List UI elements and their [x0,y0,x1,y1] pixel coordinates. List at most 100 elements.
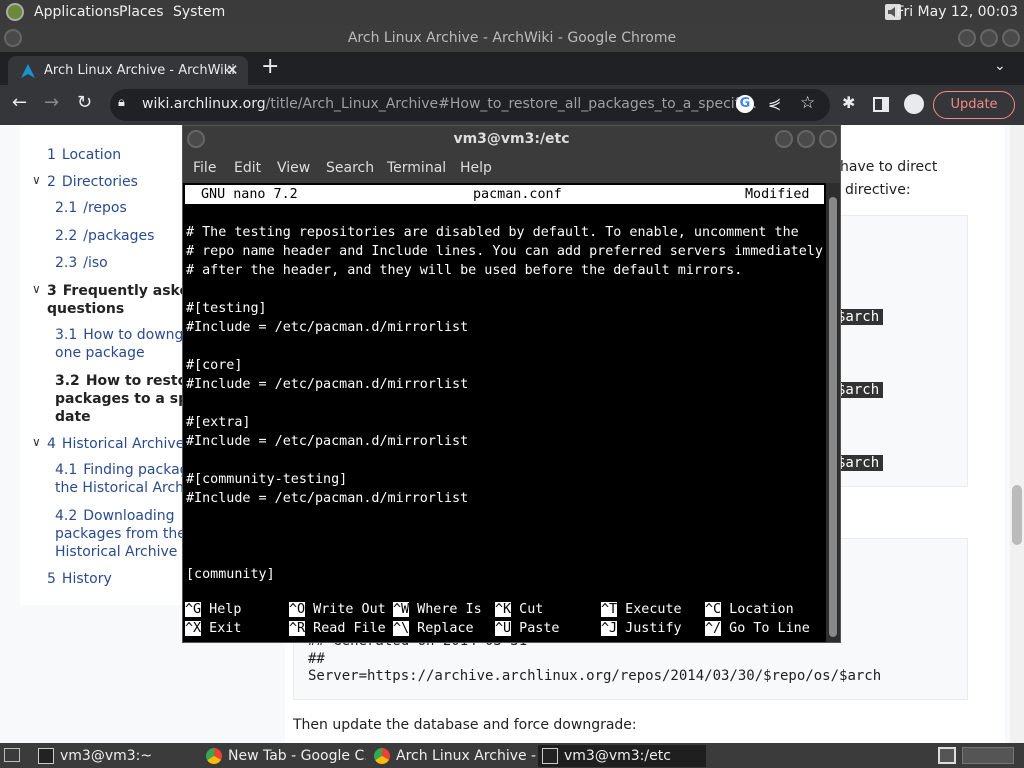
tab-search-chevron-icon[interactable]: ⌄ [994,58,1006,74]
panel-clock[interactable]: Fri May 12, 00:03 [896,4,1018,20]
toc-item-repos[interactable]: 2.1/repos [55,199,127,217]
terminal-icon [542,748,558,764]
minimize-icon[interactable] [775,130,793,148]
nano-shortcut: ^R Read File [289,621,386,636]
nano-shortcut: ^X Exit [185,621,242,636]
terminal-scrollbar[interactable] [826,183,840,642]
close-icon[interactable] [819,130,837,148]
system-menu[interactable]: System [173,4,225,20]
update-button[interactable]: Update [933,91,1015,119]
bottom-taskbar: vm3@vm3:~ New Tab - Google C... Arch Lin… [0,743,1024,768]
toc-item-packages[interactable]: 2.2/packages [55,227,154,245]
nano-text-line: [community] [186,567,275,582]
nano-shortcut: ^/ Go To Line [705,621,810,636]
bookmark-star-icon[interactable]: ☆ [800,93,815,113]
minimize-icon[interactable] [958,29,976,47]
share-icon[interactable]: ⋞ [768,94,781,113]
toc-item-downgrade[interactable]: 3.1How to downgraone package [55,326,185,362]
menu-view[interactable]: View [277,160,310,176]
google-lens-icon[interactable]: G [736,95,754,113]
workspace-switcher[interactable] [962,747,1014,764]
taskbar-item-terminal-home[interactable]: vm3@vm3:~ [34,745,196,767]
close-icon[interactable] [1002,29,1020,47]
reload-icon[interactable]: ↻ [77,92,92,113]
terminal-scrollbar-thumb[interactable] [829,197,837,637]
toc-item-faq[interactable]: 3 Frequently asked questions [47,282,199,318]
toc-collapse-chevron-icon[interactable]: ∨ [32,435,41,449]
taskbar-item-terminal-etc[interactable]: vm3@vm3:/etc [538,745,706,767]
chrome-window-titlebar[interactable]: Arch Linux Archive - ArchWiki - Google C… [0,25,1024,52]
nano-shortcut: ^C Location [705,602,794,617]
window-menu-icon[interactable] [4,29,22,47]
toc-item-restore[interactable]: 3.2How to restorepackages to a specdate [55,372,185,426]
chrome-window-title: Arch Linux Archive - ArchWiki - Google C… [347,30,677,46]
toc-collapse-chevron-icon[interactable]: ∨ [32,173,41,187]
address-bar[interactable]: 🔒︎ wiki.archlinux.org/title/Arch_Linux_A… [110,89,830,121]
nano-shortcut: ^J Justify [601,621,682,636]
chrome-tab-bar: Arch Linux Archive - ArchWiki ✕ + ⌄ [0,52,1024,85]
show-desktop-icon[interactable] [4,748,20,762]
toc-item-history[interactable]: 5 History [47,570,112,588]
tab-close-icon[interactable]: ✕ [226,61,239,79]
nano-shortcut: ^G Help [185,602,242,617]
nano-text-line: #[testing] [186,301,267,316]
top-panel: Applications Places System Fri May 12, 0… [0,0,1024,25]
toc-item-historical-archive[interactable]: 4 Historical Archive [47,435,184,453]
places-menu[interactable]: Places [119,4,164,20]
menu-help[interactable]: Help [460,160,492,176]
maximize-icon[interactable] [980,29,998,47]
nano-text-line: #[extra] [186,415,251,430]
applications-menu[interactable]: Applications [34,4,120,20]
nano-shortcut: ^\ Replace [393,621,474,636]
side-panel-icon[interactable] [873,97,889,112]
maximize-icon[interactable] [797,130,815,148]
lock-icon[interactable]: 🔒︎ [118,95,125,110]
tab-arch-linux-archive[interactable]: Arch Linux Archive - ArchWiki ✕ [8,56,248,85]
nano-shortcut: ^K Cut [495,602,544,617]
menu-edit[interactable]: Edit [234,160,261,176]
back-icon[interactable]: ← [12,92,27,113]
menu-terminal[interactable]: Terminal [387,160,446,176]
window-menu-icon[interactable] [187,130,205,148]
nano-text-line: #[community-testing] [186,472,348,487]
nano-text-line: # repo name header and Include lines. Yo… [186,244,823,259]
toc-item-iso[interactable]: 2.3/iso [55,254,108,272]
terminal-window[interactable]: vm3@vm3:/etc File Edit View Search Termi… [182,125,841,643]
applications-menu-icon[interactable] [6,3,24,21]
article-text: Then update the database and force downg… [293,717,637,733]
url-host: wiki.archlinux.org [142,96,266,112]
extensions-icon[interactable]: ✱ [842,93,855,112]
toc-item-downloading[interactable]: 4.2 Downloading packages from the Historica… [55,507,186,561]
page-scrollbar[interactable] [1010,125,1024,743]
toc-item-location[interactable]: 1 Location [47,146,121,164]
tab-title: Arch Linux Archive - ArchWiki [44,63,235,78]
nano-shortcut: ^O Write Out [289,602,386,617]
terminal-titlebar[interactable]: vm3@vm3:/etc [183,126,840,153]
chrome-icon [374,748,390,764]
menu-search[interactable]: Search [326,160,374,176]
terminal-icon [38,748,54,764]
taskbar-item-new-tab[interactable]: New Tab - Google C... [202,745,366,767]
nano-text-line: #Include = /etc/pacman.d/mirrorlist [186,377,469,392]
profile-avatar-icon[interactable] [904,94,924,114]
toc-item-directories[interactable]: 2 Directories [47,173,138,191]
workspace-switcher-icon[interactable] [938,747,956,764]
arch-logo-icon [21,64,35,78]
nano-version: GNU nano 7.2 [201,187,298,202]
page-scrollbar-thumb[interactable] [1012,485,1022,545]
nano-text-line: #Include = /etc/pacman.d/mirrorlist [186,434,469,449]
article-text: directive: [845,182,911,198]
toc-collapse-chevron-icon[interactable]: ∨ [32,282,41,296]
nano-text-line: # The testing repositories are disabled … [186,225,799,240]
nano-status: Modified [745,187,810,202]
toc-item-finding-packages[interactable]: 4.1Finding packagethe Historical Archive [55,461,185,497]
menu-file[interactable]: File [193,160,216,176]
forward-icon[interactable]: → [44,92,59,113]
nano-text-line: #Include = /etc/pacman.d/mirrorlist [186,320,469,335]
new-tab-icon[interactable]: + [261,54,279,79]
nano-text-line: #Include = /etc/pacman.d/mirrorlist [186,491,469,506]
article-text: have to direct [840,159,938,175]
taskbar-item-arch-archive[interactable]: Arch Linux Archive - ... [370,745,536,767]
nano-editor[interactable]: GNU nano 7.2 pacman.conf Modified # The … [183,183,826,642]
terminal-title: vm3@vm3:/etc [453,131,570,147]
